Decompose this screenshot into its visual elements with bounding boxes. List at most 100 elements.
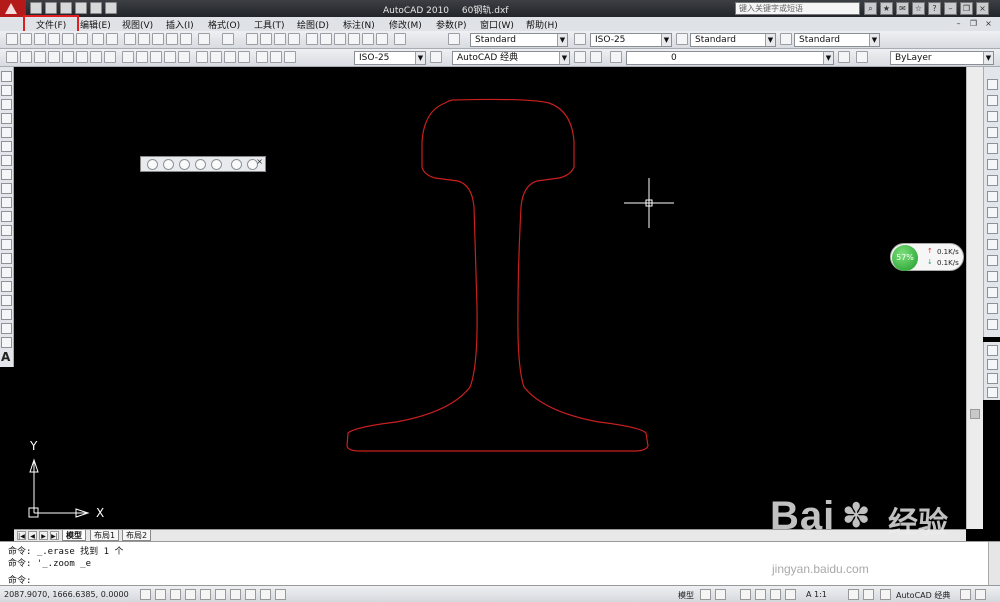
showmotion-icon[interactable] <box>785 589 796 600</box>
send-under-icon[interactable] <box>987 387 998 398</box>
menu-window[interactable]: 窗口(W) <box>480 18 514 31</box>
tab-last-icon[interactable]: ▶| <box>50 531 59 540</box>
tab-layout1[interactable]: 布局1 <box>90 530 120 541</box>
table-style-select[interactable]: Standard ▼ <box>690 33 776 47</box>
object-snap-icon[interactable] <box>200 589 211 600</box>
doc-minimize-icon[interactable]: – <box>953 18 964 29</box>
dim-edit-icon[interactable] <box>256 51 268 63</box>
block-editor-icon[interactable] <box>180 33 192 45</box>
minimize-icon[interactable]: – <box>944 2 957 15</box>
clean-screen-icon[interactable] <box>975 589 986 600</box>
binoculars-icon[interactable]: ⌕ <box>864 2 877 15</box>
menu-edit[interactable]: 编辑(E) <box>80 18 111 31</box>
quick-properties-icon[interactable] <box>275 589 286 600</box>
revision-cloud-icon[interactable] <box>1 169 12 180</box>
tab-model[interactable]: 模型 <box>62 530 86 541</box>
ortho-mode-icon[interactable] <box>170 589 181 600</box>
layer-match-icon[interactable] <box>856 51 868 63</box>
swivel-icon[interactable] <box>231 159 242 170</box>
undo-icon[interactable] <box>75 2 87 14</box>
send-back-icon[interactable] <box>987 359 998 370</box>
copy-icon[interactable] <box>138 33 150 45</box>
rotate-icon[interactable] <box>987 175 998 186</box>
menu-tools[interactable]: 工具(T) <box>254 18 285 31</box>
sheet-set-icon[interactable] <box>348 33 360 45</box>
menu-parameter[interactable]: 参数(P) <box>436 18 466 31</box>
spline-icon[interactable] <box>1 183 12 194</box>
stretch-icon[interactable] <box>987 207 998 218</box>
vertical-scrollbar-thumb[interactable] <box>970 409 980 419</box>
insert-block-icon[interactable] <box>1 225 12 236</box>
dim-style-manager-icon[interactable] <box>430 51 442 63</box>
text-a-icon[interactable]: A <box>1 350 10 364</box>
status-workspace[interactable]: AutoCAD 经典 <box>896 590 950 601</box>
arc-icon[interactable] <box>1 141 12 152</box>
zoom-previous-icon[interactable] <box>288 33 300 45</box>
close-icon[interactable]: × <box>256 157 263 166</box>
tab-first-icon[interactable]: |◀ <box>17 531 26 540</box>
quick-dim-icon[interactable] <box>122 51 134 63</box>
arc-length-icon[interactable] <box>34 51 46 63</box>
qnew-icon[interactable] <box>6 33 18 45</box>
save-icon[interactable] <box>60 2 72 14</box>
dynamic-ucs-icon[interactable] <box>230 589 241 600</box>
dim-style-select-2[interactable]: ISO-25 ▼ <box>354 51 426 65</box>
linear-dim-icon[interactable] <box>6 51 18 63</box>
workspace-switching-icon[interactable] <box>880 589 891 600</box>
trim-icon[interactable] <box>987 223 998 234</box>
pan-icon[interactable] <box>246 33 258 45</box>
radius-icon[interactable] <box>62 51 74 63</box>
menu-modify[interactable]: 修改(M) <box>389 18 422 31</box>
redo-icon[interactable] <box>90 2 102 14</box>
color-select[interactable]: ByLayer ▼ <box>890 51 994 65</box>
continuous-orbit-icon[interactable] <box>195 159 206 170</box>
make-block-icon[interactable] <box>1 239 12 250</box>
ellipse-arc-icon[interactable] <box>1 211 12 222</box>
multileader-style-icon[interactable] <box>780 33 792 45</box>
cut-icon[interactable] <box>124 33 136 45</box>
polar-tracking-icon[interactable] <box>185 589 196 600</box>
polyline-icon[interactable] <box>1 99 12 110</box>
tolerance-icon[interactable] <box>196 51 208 63</box>
offset-icon[interactable] <box>987 127 998 138</box>
mirror-icon[interactable] <box>987 111 998 122</box>
zoom-status-icon[interactable] <box>755 589 766 600</box>
inspect-icon[interactable] <box>224 51 236 63</box>
drawing-canvas[interactable]: Y X <box>14 67 966 529</box>
tab-prev-icon[interactable]: ◀ <box>28 531 37 540</box>
doc-close-icon[interactable]: × <box>983 18 994 29</box>
menu-draw[interactable]: 绘图(D) <box>297 18 329 31</box>
quick-view-drawings-icon[interactable] <box>715 589 726 600</box>
help-icon[interactable] <box>394 33 406 45</box>
menu-insert[interactable]: 插入(I) <box>166 18 194 31</box>
multiline-text-icon[interactable] <box>1 337 12 348</box>
ellipse-icon[interactable] <box>1 197 12 208</box>
dim-style-icon[interactable] <box>574 33 586 45</box>
dim-style-select[interactable]: ISO-25 ▼ <box>590 33 672 47</box>
auto-scale-icon[interactable] <box>863 589 874 600</box>
properties-icon[interactable] <box>306 33 318 45</box>
wipeout-icon[interactable] <box>1 309 12 320</box>
break-icon[interactable] <box>987 255 998 266</box>
command-scrollbar[interactable] <box>988 542 1000 586</box>
line-icon[interactable] <box>1 71 12 82</box>
quick-view-layouts-icon[interactable] <box>700 589 711 600</box>
dim-update-icon[interactable] <box>284 51 296 63</box>
table-style-icon[interactable] <box>676 33 688 45</box>
fillet-icon[interactable] <box>987 303 998 314</box>
plot-icon[interactable] <box>92 33 104 45</box>
jogged-icon[interactable] <box>76 51 88 63</box>
hatch-icon[interactable] <box>1 267 12 278</box>
scale-icon[interactable] <box>987 191 998 202</box>
region-icon[interactable] <box>1 295 12 306</box>
markup-icon[interactable] <box>362 33 374 45</box>
quickcalc-icon[interactable] <box>376 33 388 45</box>
diameter-icon[interactable] <box>90 51 102 63</box>
print-icon[interactable] <box>48 33 60 45</box>
search-input[interactable]: 键入关键字或短语 <box>735 2 860 15</box>
preview-icon[interactable] <box>62 33 74 45</box>
paste-icon[interactable] <box>152 33 164 45</box>
publish-icon[interactable] <box>76 33 88 45</box>
chamfer-icon[interactable] <box>987 287 998 298</box>
zoom-window-icon[interactable] <box>274 33 286 45</box>
